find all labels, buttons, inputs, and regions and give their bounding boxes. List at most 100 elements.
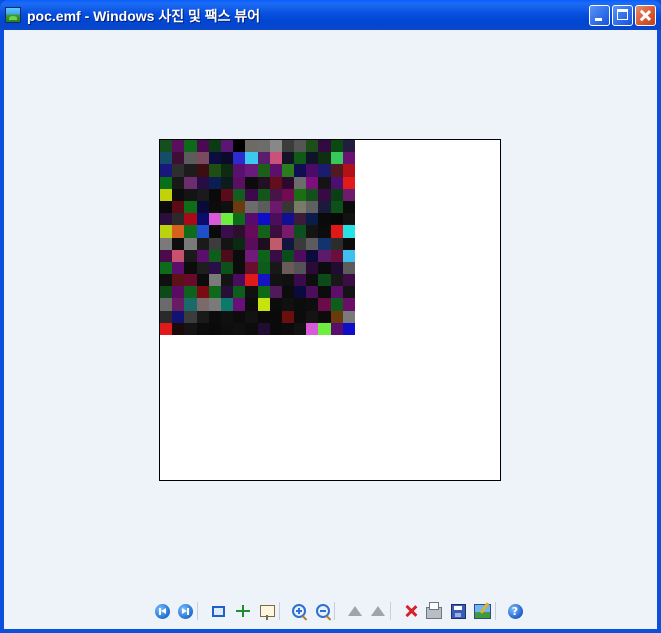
mosaic-cell: [196, 286, 209, 299]
mosaic-cell: [294, 164, 307, 177]
mosaic-cell: [294, 322, 307, 335]
mosaic-cell: [233, 152, 246, 165]
mosaic-cell: [233, 164, 246, 177]
mosaic-cell: [196, 213, 209, 226]
mosaic-cell: [330, 140, 343, 153]
mosaic-cell: [318, 249, 331, 262]
mosaic-cell: [281, 213, 295, 226]
mosaic-cell: [196, 188, 209, 201]
mosaic-cell: [245, 200, 258, 214]
mosaic-cell: [294, 213, 307, 226]
maximize-icon: [617, 9, 628, 20]
open-for-editing-button[interactable]: [472, 601, 492, 621]
mosaic-cell: [281, 188, 295, 201]
slideshow-icon: [259, 605, 275, 620]
mosaic-cell: [342, 322, 355, 335]
mosaic-cell: [245, 176, 258, 189]
mosaic-cell: [306, 200, 319, 214]
mosaic-cell: [196, 237, 209, 250]
mosaic-cell: [294, 140, 307, 153]
mosaic-cell: [257, 249, 270, 262]
zoom-in-button[interactable]: [289, 601, 309, 621]
mosaic-cell: [233, 261, 246, 275]
mosaic-cell: [330, 310, 343, 323]
rotate-counterclockwise-button[interactable]: [368, 601, 388, 621]
mosaic-cell: [184, 176, 197, 189]
mosaic-cell: [281, 164, 295, 177]
help-button[interactable]: ?: [505, 601, 525, 621]
mosaic-cell: [172, 200, 185, 214]
mosaic-cell: [269, 140, 282, 153]
mosaic-cell: [306, 322, 319, 335]
close-button[interactable]: [635, 5, 656, 26]
mosaic-cell: [245, 164, 258, 177]
mosaic-cell: [294, 188, 307, 201]
mosaic-cell: [342, 140, 355, 153]
actual-size-button[interactable]: [233, 601, 253, 621]
mosaic-cell: [257, 274, 270, 287]
mosaic-cell: [342, 225, 355, 238]
mosaic-cell: [306, 176, 319, 189]
mosaic-cell: [318, 322, 331, 335]
maximize-button[interactable]: [612, 5, 633, 26]
mosaic-cell: [257, 140, 270, 153]
mosaic-cell: [257, 152, 270, 165]
mosaic-cell: [220, 298, 234, 311]
mosaic-cell: [318, 310, 331, 323]
mosaic-cell: [245, 188, 258, 201]
mosaic-cell: [245, 140, 258, 153]
delete-button[interactable]: [401, 601, 421, 621]
mosaic-cell: [160, 176, 173, 189]
mosaic-cell: [330, 164, 343, 177]
mosaic-cell: [172, 322, 185, 335]
mosaic-cell: [269, 200, 282, 214]
mosaic-cell: [257, 237, 270, 250]
mosaic-cell: [196, 322, 209, 335]
toolbar-separator: [279, 602, 280, 620]
mosaic-cell: [330, 225, 343, 238]
mosaic-cell: [233, 298, 246, 311]
app-icon[interactable]: [5, 7, 21, 23]
best-fit-button[interactable]: [208, 601, 228, 621]
mosaic-cell: [208, 188, 221, 201]
minimize-icon: [595, 18, 602, 21]
mosaic-cell: [172, 286, 185, 299]
mosaic-cell: [220, 225, 234, 238]
mosaic-cell: [160, 140, 173, 153]
actual-size-icon: [236, 605, 250, 617]
mosaic-cell: [294, 249, 307, 262]
previous-image-button[interactable]: [152, 601, 172, 621]
mosaic-cell: [318, 200, 331, 214]
mosaic-cell: [172, 152, 185, 165]
minimize-button[interactable]: [589, 5, 610, 26]
mosaic-cell: [220, 213, 234, 226]
slideshow-button[interactable]: [257, 601, 277, 621]
mosaic-cell: [220, 176, 234, 189]
mosaic-cell: [330, 274, 343, 287]
mosaic-cell: [184, 310, 197, 323]
best-fit-icon: [211, 605, 225, 617]
print-button[interactable]: [424, 601, 444, 621]
mosaic-cell: [281, 249, 295, 262]
help-icon: ?: [507, 603, 523, 619]
mosaic-cell: [342, 249, 355, 262]
mosaic-cell: [184, 188, 197, 201]
mosaic-cell: [233, 249, 246, 262]
mosaic-cell: [172, 188, 185, 201]
mosaic-cell: [208, 225, 221, 238]
title-bar[interactable]: poc.emf - Windows 사진 및 팩스 뷰어: [0, 0, 661, 30]
mosaic-cell: [160, 213, 173, 226]
mosaic-cell: [330, 261, 343, 275]
save-as-button[interactable]: [448, 601, 468, 621]
zoom-in-icon: [292, 604, 306, 618]
mosaic-cell: [233, 274, 246, 287]
mosaic-cell: [196, 310, 209, 323]
mosaic-cell: [306, 188, 319, 201]
rotate-clockwise-button[interactable]: [345, 601, 365, 621]
mosaic-cell: [257, 322, 270, 335]
mosaic-cell: [306, 261, 319, 275]
next-image-button[interactable]: [175, 601, 195, 621]
mosaic-cell: [294, 152, 307, 165]
zoom-out-icon: [316, 604, 330, 618]
zoom-out-button[interactable]: [313, 601, 333, 621]
